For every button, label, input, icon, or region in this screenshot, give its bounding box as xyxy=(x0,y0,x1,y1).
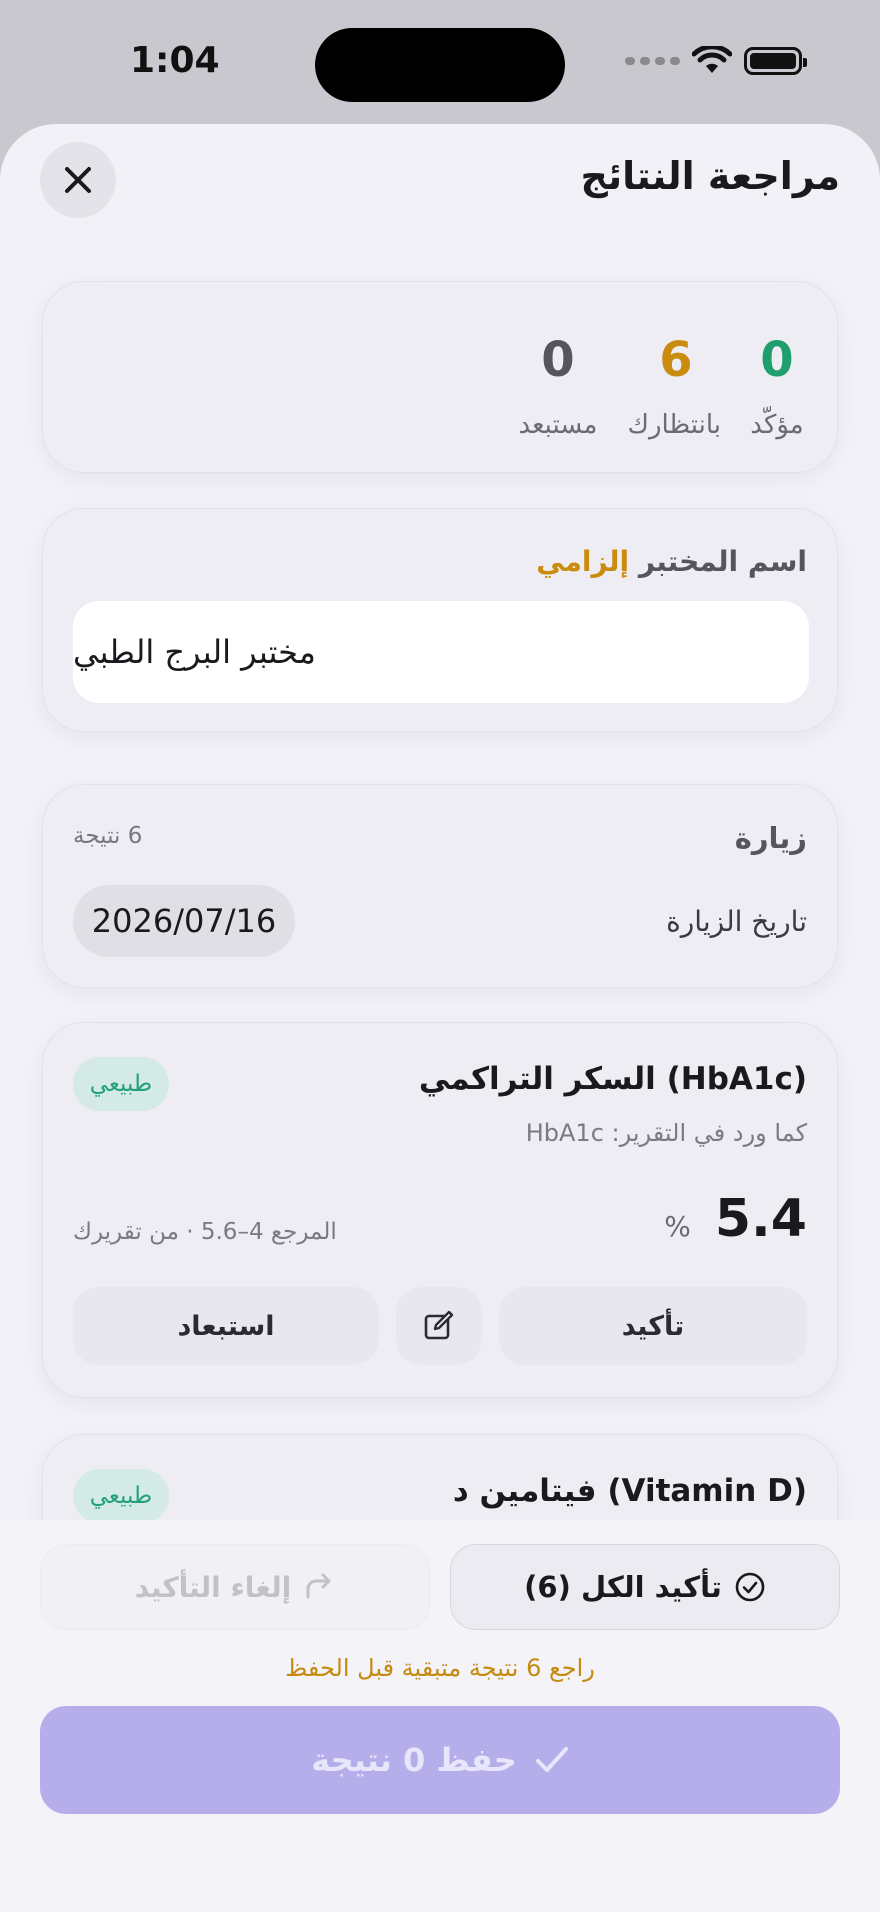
dynamic-island xyxy=(315,28,565,102)
stat-rejected-label: مستبعد xyxy=(518,410,598,440)
visit-date-picker[interactable]: 2026/07/16 xyxy=(73,885,295,957)
stat-confirmed-label: مؤكّد xyxy=(750,410,804,440)
result-card: طبيعي السكر التراكمي (HbA1c) كما ورد في … xyxy=(42,1022,838,1398)
stat-rejected-value: 0 xyxy=(541,332,575,388)
redo-arrow-icon xyxy=(306,1573,331,1599)
visit-card: زيارة 6 نتيجة تاريخ الزيارة 2026/07/16 xyxy=(42,784,838,988)
undo-confirm-button[interactable]: إلغاء التأكيد xyxy=(40,1544,430,1630)
lab-label: اسم المختبر إلزامي xyxy=(536,545,807,578)
check-circle-icon xyxy=(735,1572,765,1602)
result-title: السكر التراكمي (HbA1c) xyxy=(418,1061,807,1097)
save-button[interactable]: حفظ 0 نتيجة xyxy=(40,1706,840,1814)
lab-name-value: مختبر البرج الطبي xyxy=(73,633,316,671)
save-label: حفظ 0 نتيجة xyxy=(311,1741,517,1779)
result-number: 5.4 xyxy=(714,1189,807,1249)
result-unit: % xyxy=(664,1210,691,1243)
visit-date-value: 2026/07/16 xyxy=(91,902,277,940)
undo-confirm-label: إلغاء التأكيد xyxy=(134,1570,292,1604)
stats-card: 0 مؤكّد 6 بانتظارك 0 مستبعد xyxy=(42,281,838,473)
edit-button[interactable] xyxy=(396,1287,482,1365)
bottom-action-bar: إلغاء التأكيد تأكيد الكل (6) راجع 6 نتيج… xyxy=(0,1520,880,1912)
stat-confirmed: 0 مؤكّد xyxy=(747,336,807,440)
visit-result-count: 6 نتيجة xyxy=(73,823,143,849)
visit-date-label: تاريخ الزيارة xyxy=(666,905,807,938)
signal-icon xyxy=(625,57,680,65)
reject-button[interactable]: استبعاد xyxy=(73,1287,379,1365)
confirm-all-label: تأكيد الكل (6) xyxy=(524,1570,722,1604)
status-badge: طبيعي xyxy=(73,1057,169,1111)
battery-icon xyxy=(744,47,807,75)
confirm-button[interactable]: تأكيد xyxy=(499,1287,807,1365)
result-subtitle: كما ورد في التقرير: HbA1c xyxy=(525,1119,807,1147)
checkmark-icon xyxy=(535,1747,568,1772)
result-value: % 5.4 xyxy=(664,1189,807,1249)
lab-label-text: اسم المختبر xyxy=(638,545,807,578)
stat-pending-value: 6 xyxy=(659,332,693,388)
stat-pending: 6 بانتظارك xyxy=(627,332,721,440)
confirm-all-button[interactable]: تأكيد الكل (6) xyxy=(450,1544,840,1630)
lab-card: اسم المختبر إلزامي مختبر البرج الطبي xyxy=(42,508,838,732)
stat-rejected: 0 مستبعد xyxy=(513,336,603,440)
stat-confirmed-value: 0 xyxy=(760,332,794,388)
visit-title: زيارة xyxy=(734,821,807,855)
remaining-warning: راجع 6 نتيجة متبقية قبل الحفظ xyxy=(285,1654,595,1682)
wifi-icon xyxy=(692,46,732,73)
lab-name-input[interactable]: مختبر البرج الطبي xyxy=(73,601,809,703)
page-title: مراجعة النتائج xyxy=(580,154,840,198)
close-icon xyxy=(65,167,91,193)
required-tag: إلزامي xyxy=(536,545,630,578)
status-icons xyxy=(625,46,807,76)
sheet-header: مراجعة النتائج xyxy=(0,124,880,294)
result-reference: المرجع 4–5.6 · من تقريرك xyxy=(73,1219,337,1245)
result-title: فيتامين د (Vitamin D) xyxy=(452,1473,807,1509)
review-sheet: مراجعة النتائج 0 مؤكّد 6 بانتظارك 0 مستب… xyxy=(0,124,880,1912)
status-badge: طبيعي xyxy=(73,1469,169,1523)
edit-icon xyxy=(424,1310,454,1340)
status-time: 1:04 xyxy=(130,40,220,81)
close-button[interactable] xyxy=(40,142,116,218)
stat-pending-label: بانتظارك xyxy=(627,410,721,440)
screen: 1:04 مراجعة النتائج 0 مؤكّد 6 بانتظارك 0… xyxy=(0,0,880,1912)
